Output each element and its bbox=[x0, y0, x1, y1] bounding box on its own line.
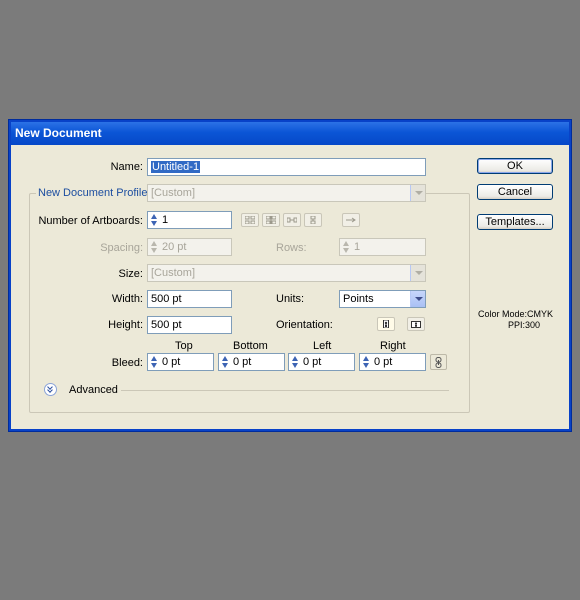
profile-select[interactable]: [Custom] bbox=[147, 184, 426, 202]
rows-label: Rows: bbox=[276, 242, 307, 254]
bleed-bottom-label: Bottom bbox=[233, 340, 268, 352]
spinner-arrows-icon[interactable] bbox=[150, 240, 159, 254]
width-label: Width: bbox=[111, 293, 143, 305]
advanced-label[interactable]: Advanced bbox=[69, 384, 118, 396]
new-document-dialog: New Document Name: Untitled-1 New Docume… bbox=[9, 120, 571, 431]
advanced-divider bbox=[121, 390, 449, 391]
name-value: Untitled-1 bbox=[151, 161, 201, 173]
rows-value: 1 bbox=[354, 241, 361, 253]
portrait-icon[interactable] bbox=[377, 317, 395, 331]
expand-advanced-icon[interactable] bbox=[44, 383, 57, 396]
orientation-label: Orientation: bbox=[276, 319, 333, 331]
bleed-left-label: Left bbox=[313, 340, 332, 352]
spinner-arrows-icon[interactable] bbox=[342, 240, 351, 254]
bleed-right-input[interactable]: 0 pt bbox=[359, 353, 426, 371]
units-label: Units: bbox=[276, 293, 305, 305]
name-label: Name: bbox=[110, 161, 143, 173]
spinner-arrows-icon[interactable] bbox=[221, 355, 230, 369]
spacing-label: Spacing: bbox=[100, 242, 143, 254]
bleed-left-input[interactable]: 0 pt bbox=[288, 353, 355, 371]
bleed-bottom-input[interactable]: 0 pt bbox=[218, 353, 285, 371]
size-select[interactable]: [Custom] bbox=[147, 264, 426, 282]
units-select[interactable]: Points bbox=[339, 290, 426, 308]
artboards-label: Number of Artboards: bbox=[38, 215, 143, 227]
artboards-input[interactable]: 1 bbox=[147, 211, 232, 229]
spacing-input[interactable]: 20 pt bbox=[147, 238, 232, 256]
arrange-by-column-icon[interactable] bbox=[304, 213, 322, 227]
arrange-by-row-icon[interactable] bbox=[283, 213, 301, 227]
artboards-value: 1 bbox=[162, 214, 169, 226]
spacing-value: 20 pt bbox=[162, 241, 187, 253]
bleed-label: Bleed: bbox=[111, 357, 143, 369]
landscape-icon[interactable] bbox=[407, 317, 425, 331]
cancel-button[interactable]: Cancel bbox=[477, 184, 553, 200]
chevron-down-icon bbox=[410, 291, 425, 307]
size-label: Size: bbox=[118, 268, 143, 280]
spinner-arrows-icon[interactable] bbox=[291, 355, 300, 369]
chevron-down-icon bbox=[410, 185, 425, 201]
bleed-top-input[interactable]: 0 pt bbox=[147, 353, 214, 371]
right-to-left-icon[interactable] bbox=[342, 213, 360, 227]
height-value: 500 pt bbox=[151, 319, 182, 331]
spinner-arrows-icon[interactable] bbox=[150, 213, 159, 227]
size-value: [Custom] bbox=[151, 267, 196, 279]
width-input[interactable]: 500 pt bbox=[147, 290, 232, 308]
bleed-top-value: 0 pt bbox=[162, 356, 181, 368]
bleed-right-value: 0 pt bbox=[374, 356, 393, 368]
chevron-down-icon bbox=[410, 265, 425, 281]
bleed-right-label: Right bbox=[380, 340, 406, 352]
units-value: Points bbox=[343, 293, 374, 305]
bleed-bottom-value: 0 pt bbox=[233, 356, 252, 368]
height-label: Height: bbox=[108, 319, 143, 331]
spinner-arrows-icon[interactable] bbox=[362, 355, 371, 369]
profile-value: [Custom] bbox=[151, 187, 196, 199]
ok-button[interactable]: OK bbox=[477, 158, 553, 174]
templates-button[interactable]: Templates... bbox=[477, 214, 553, 230]
spinner-arrows-icon[interactable] bbox=[150, 355, 159, 369]
width-value: 500 pt bbox=[151, 293, 182, 305]
name-input[interactable]: Untitled-1 bbox=[147, 158, 426, 176]
grid-by-row-icon[interactable] bbox=[241, 213, 259, 227]
profile-label: New Document Profile: bbox=[36, 187, 153, 199]
height-input[interactable]: 500 pt bbox=[147, 316, 232, 334]
ppi-info: PPI:300 bbox=[508, 320, 541, 330]
color-mode-info: Color Mode:CMYK bbox=[478, 309, 554, 319]
bleed-top-label: Top bbox=[175, 340, 193, 352]
chain-link-icon[interactable] bbox=[430, 354, 447, 370]
rows-input[interactable]: 1 bbox=[339, 238, 426, 256]
bleed-left-value: 0 pt bbox=[303, 356, 322, 368]
grid-by-column-icon[interactable] bbox=[262, 213, 280, 227]
dialog-title: New Document bbox=[11, 122, 569, 145]
